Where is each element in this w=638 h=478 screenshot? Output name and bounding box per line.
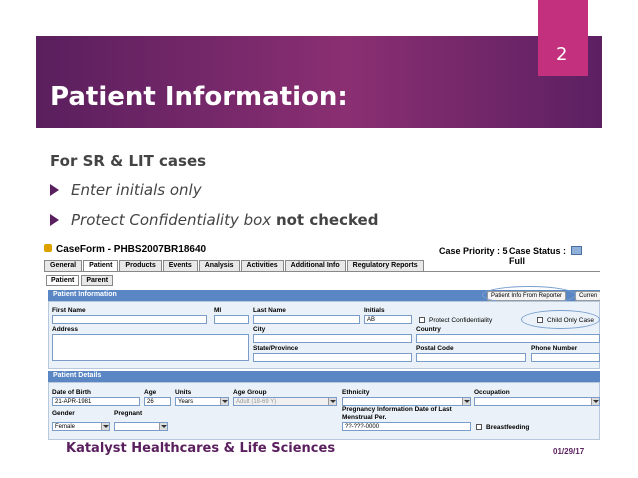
pregnant-dropdown[interactable] [114, 422, 168, 431]
chevron-down-icon [101, 423, 109, 430]
mi-field[interactable] [214, 315, 249, 324]
initials-label: Initials [364, 307, 385, 314]
pregnancy-date-field[interactable]: ??-???-0000 [342, 422, 471, 431]
protect-confidentiality-checkbox[interactable] [419, 317, 425, 323]
age-field[interactable]: 26 [144, 397, 171, 406]
bullet-item-2: Protect Confidentiality box not checked [50, 211, 378, 229]
chevron-down-icon [220, 398, 228, 405]
footer-company: Katalyst Healthcares & Life Sciences [66, 441, 336, 456]
main-tabs: General Patient Products Events Analysis… [44, 260, 425, 271]
address-label: Address [52, 326, 79, 333]
age-group-dropdown[interactable]: Adult (18-69 Y) [233, 397, 337, 406]
case-priority: Case Priority : 5 [439, 246, 508, 256]
age-label: Age [144, 389, 157, 396]
chevron-down-icon [591, 398, 599, 405]
occupation-dropdown[interactable] [474, 397, 600, 406]
sub-tabs: Patient Parent [46, 275, 115, 286]
lock-icon [44, 244, 52, 252]
breastfeeding-label: Breastfeeding [486, 424, 530, 431]
gender-value: Female [55, 424, 76, 430]
age-group-label: Age Group [233, 389, 267, 396]
bullet-text: Enter initials only [71, 181, 202, 199]
country-label: Country [416, 326, 441, 333]
bullet-arrow-icon [50, 184, 59, 196]
mi-label: MI [214, 307, 222, 314]
gender-dropdown[interactable]: Female [52, 422, 110, 431]
highlight-oval [521, 310, 600, 329]
dob-label: Date of Birth [52, 389, 91, 396]
slide-title: Patient Information: [50, 82, 348, 112]
tab-events[interactable]: Events [162, 260, 198, 271]
bullet-emphasis: not checked [275, 211, 379, 229]
subheading: For SR & LIT cases [50, 152, 207, 170]
tab-patient[interactable]: Patient [83, 260, 119, 271]
first-name-field[interactable] [52, 315, 207, 324]
chevron-down-icon [159, 423, 167, 430]
case-status-value: Full [509, 256, 525, 266]
units-dropdown[interactable]: Years [175, 397, 229, 406]
pregnancy-date-label: Pregnancy Information Date of Last Menst… [342, 406, 452, 421]
dob-field[interactable]: 21-APR-1981 [52, 397, 140, 406]
current-button[interactable]: Curren [575, 291, 600, 301]
section-title: Patient Information [53, 291, 117, 298]
state-field[interactable] [253, 353, 412, 362]
case-status-icon[interactable] [570, 246, 582, 255]
last-name-field[interactable] [253, 315, 360, 324]
tab-products[interactable]: Products [119, 260, 162, 271]
bullet-text: Protect Confidentiality box [71, 211, 276, 229]
section-title: Patient Details [53, 372, 102, 379]
units-value: Years [178, 399, 194, 405]
address-field[interactable] [52, 334, 249, 361]
chevron-down-icon [328, 398, 336, 405]
units-label: Units [175, 389, 192, 396]
chevron-down-icon [462, 398, 470, 405]
caseform-screenshot: CaseForm - PHBS2007BR18640 Case Priority… [44, 244, 600, 440]
subtab-patient[interactable]: Patient [46, 275, 80, 286]
case-status: Case Status : Full [509, 246, 600, 266]
state-label: State/Province [253, 345, 299, 352]
bullet-item-1: Enter initials only [50, 181, 202, 199]
gender-label: Gender [52, 410, 75, 417]
window-title: CaseForm - PHBS2007BR18640 [44, 244, 206, 255]
footer-date: 01/29/17 [553, 447, 585, 456]
patient-details-header: Patient Details [48, 371, 600, 382]
phone-number-field[interactable] [531, 353, 600, 362]
country-field[interactable] [416, 334, 600, 343]
subtab-parent[interactable]: Parent [81, 275, 114, 286]
first-name-label: First Name [52, 307, 86, 314]
tab-additional-info[interactable]: Additional Info [284, 260, 346, 271]
protect-confidentiality-label: Protect Confidentiality [429, 317, 493, 324]
initials-field[interactable]: AB [364, 315, 412, 324]
window-title-text: CaseForm - PHBS2007BR18640 [56, 244, 207, 255]
tab-divider [44, 271, 600, 272]
tab-general[interactable]: General [44, 260, 83, 271]
occupation-label: Occupation [474, 389, 510, 396]
bullet-arrow-icon [50, 214, 59, 226]
tab-regulatory-reports[interactable]: Regulatory Reports [346, 260, 424, 271]
ethnicity-label: Ethnicity [342, 389, 370, 396]
last-name-label: Last Name [253, 307, 286, 314]
case-status-label: Case Status : [509, 246, 567, 256]
postal-code-field[interactable] [416, 353, 526, 362]
city-field[interactable] [253, 334, 412, 343]
tab-analysis[interactable]: Analysis [198, 260, 240, 271]
ethnicity-dropdown[interactable] [342, 397, 471, 406]
breastfeeding-checkbox[interactable] [476, 424, 482, 430]
slide-number: 2 [556, 44, 568, 65]
phone-number-label: Phone Number [531, 345, 578, 352]
tab-activities[interactable]: Activities [240, 260, 284, 271]
postal-code-label: Postal Code [416, 345, 454, 352]
age-group-value: Adult (18-69 Y) [236, 399, 277, 405]
city-label: City [253, 326, 266, 333]
pregnant-label: Pregnant [114, 410, 143, 417]
